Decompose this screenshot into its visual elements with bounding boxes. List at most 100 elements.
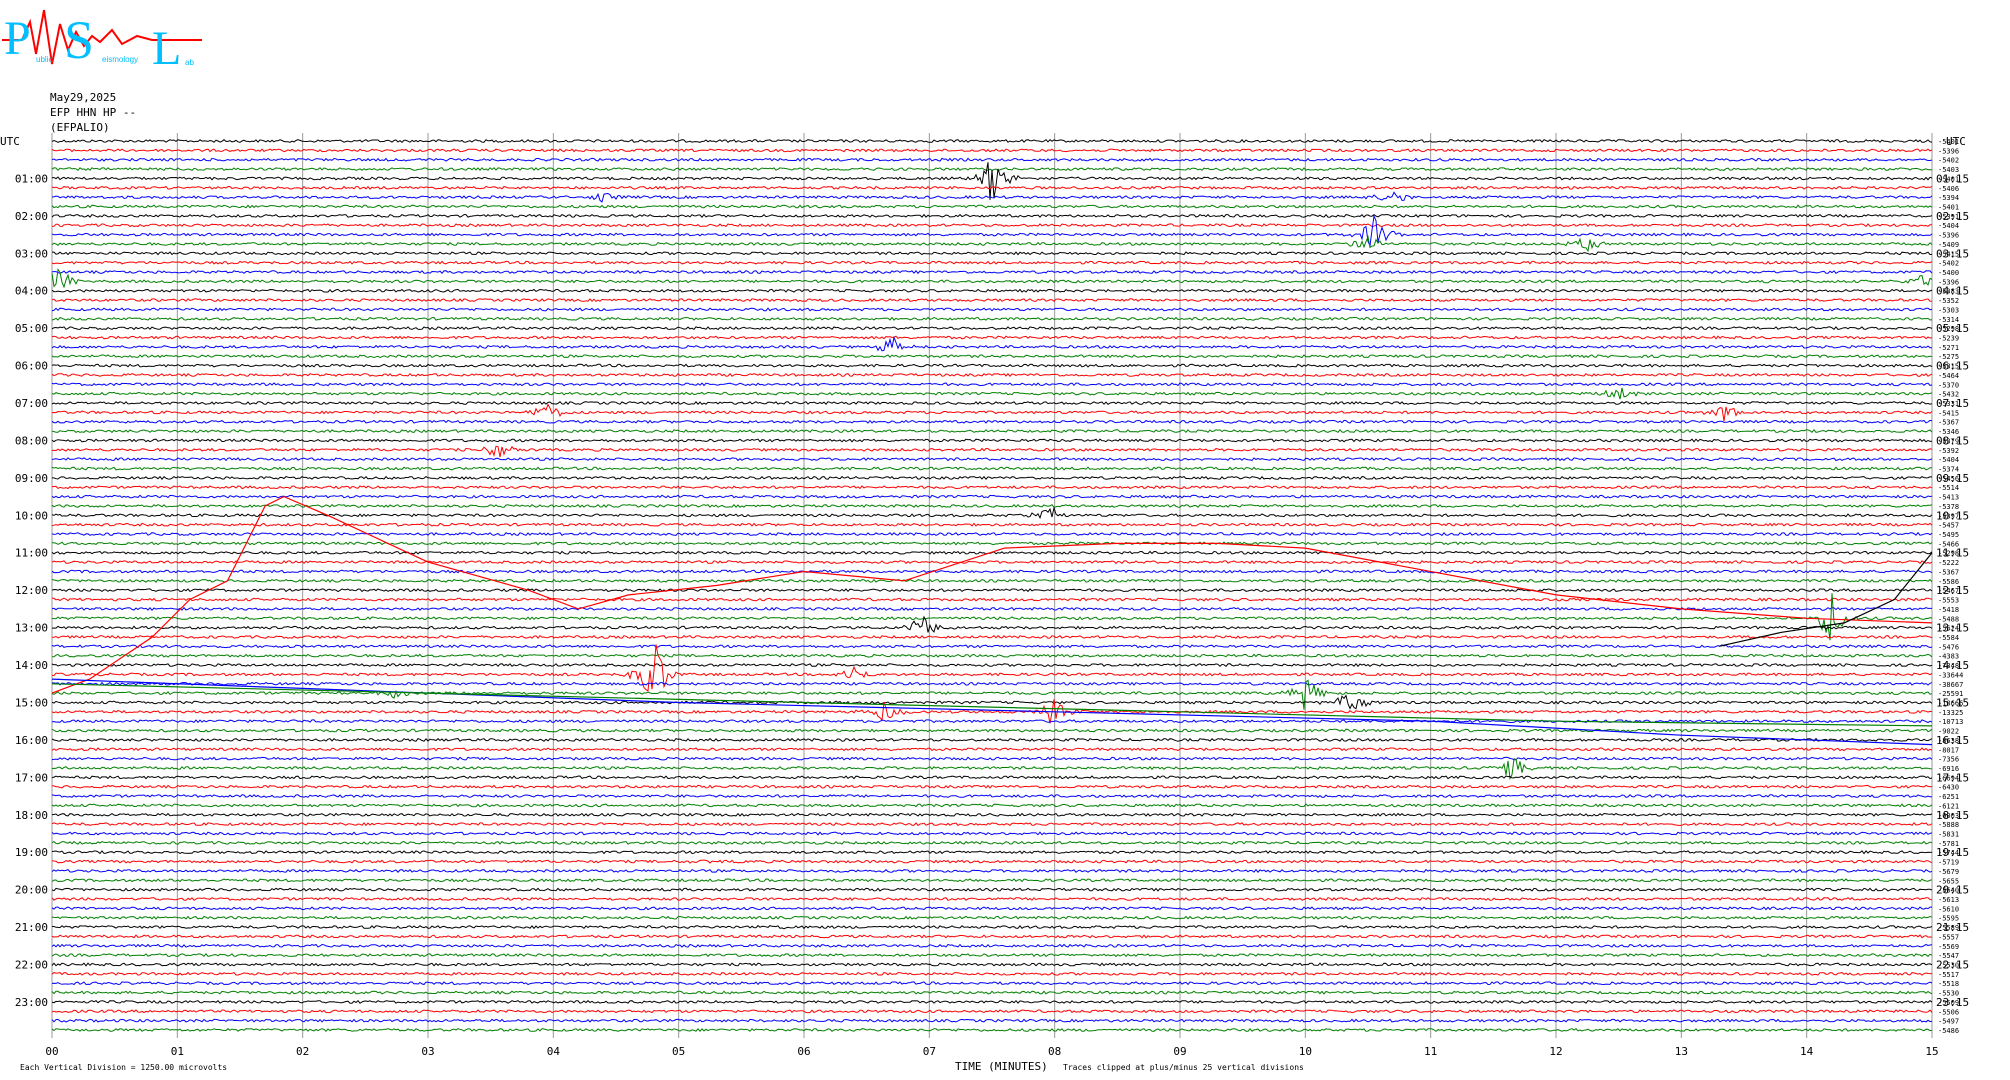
trace-row <box>51 831 1933 836</box>
trace-row <box>51 803 1933 808</box>
row-offset-label: -5400 <box>1938 269 1959 277</box>
trace-row <box>51 307 1933 312</box>
trace-row <box>51 943 1933 948</box>
left-hour-label: 07:00 <box>15 397 48 410</box>
row-offset-label: -5404 <box>1938 222 1959 230</box>
left-hour-label: 12:00 <box>15 584 48 597</box>
trace-row <box>51 372 1933 377</box>
right-hour-label: 05:15 <box>1936 322 1969 335</box>
right-hour-label: 12:15 <box>1936 584 1969 597</box>
trace-row <box>51 971 1933 976</box>
trace-row <box>51 503 1933 508</box>
trace-row <box>51 531 1933 536</box>
trace-row <box>51 681 1933 686</box>
row-offset-label: -5557 <box>1938 933 1959 941</box>
x-tick-label: 12 <box>1549 1045 1562 1058</box>
left-hour-label: 05:00 <box>15 322 48 335</box>
trace-row <box>52 924 1933 930</box>
row-offset-label: -5402 <box>1938 260 1959 268</box>
left-hour-label: 11:00 <box>15 547 48 560</box>
right-hour-label: 13:15 <box>1936 622 1969 635</box>
axis-labels: UTC UTC Each Vertical Division = 1250.00… <box>0 135 1969 1073</box>
trace-row <box>51 840 1933 845</box>
trace-row <box>51 699 1933 724</box>
trace-row <box>51 326 1933 331</box>
row-offset-label: -5402 <box>1938 157 1959 165</box>
row-offset-label: -5497 <box>1938 1018 1959 1026</box>
row-offset-label: -6430 <box>1938 784 1959 792</box>
right-hour-label: 01:15 <box>1936 172 1969 185</box>
x-tick-label: 01 <box>171 1045 184 1058</box>
trace-row <box>51 298 1933 303</box>
x-tick-label: 14 <box>1800 1045 1814 1058</box>
x-tick-label: 06 <box>797 1045 810 1058</box>
trace-row <box>51 260 1933 265</box>
left-hour-label: 18:00 <box>15 809 48 822</box>
row-offset-label: -5514 <box>1938 484 1959 492</box>
trace-row <box>51 775 1933 780</box>
trace-row <box>51 214 1933 248</box>
trace-row <box>51 758 1933 781</box>
seismic-traces <box>51 138 1933 1033</box>
row-offset-label: -5396 <box>1938 232 1959 240</box>
footer-left-note: Each Vertical Division = 1250.00 microvo… <box>20 1063 227 1072</box>
left-hour-label: 09:00 <box>15 472 48 485</box>
row-offset-label: -5495 <box>1938 531 1959 539</box>
right-hour-label: 18:15 <box>1936 809 1969 822</box>
trace-row <box>51 162 1933 200</box>
right-hour-label: 17:15 <box>1936 771 1969 784</box>
trace-row <box>51 663 1933 668</box>
left-hour-label: 04:00 <box>15 285 48 298</box>
x-tick-label: 02 <box>296 1045 309 1058</box>
x-tick-label: 11 <box>1424 1045 1437 1058</box>
trace-row <box>51 794 1933 799</box>
row-offset-label: -13325 <box>1938 709 1963 717</box>
left-hour-label: 10:00 <box>15 509 48 522</box>
trace-row <box>51 756 1933 761</box>
trace-row <box>51 522 1933 527</box>
row-offset-label: -5476 <box>1938 643 1959 651</box>
trace-row <box>51 812 1933 817</box>
right-hour-label: 11:15 <box>1936 547 1969 560</box>
row-offset-label: -5222 <box>1938 559 1959 567</box>
trace-row <box>52 653 1933 658</box>
row-offset-label: -5367 <box>1938 568 1959 576</box>
x-tick-label: 13 <box>1675 1045 1688 1058</box>
trace-row <box>51 148 1933 153</box>
trace-row <box>51 387 1933 400</box>
trace-row <box>52 597 1933 602</box>
left-hour-label: 22:00 <box>15 958 48 971</box>
row-offset-label: -5610 <box>1938 905 1959 913</box>
x-tick-label: 07 <box>923 1045 936 1058</box>
row-offset-label: -5418 <box>1938 606 1959 614</box>
row-offset-label: -5831 <box>1938 830 1959 838</box>
right-hour-label: 23:15 <box>1936 996 1969 1009</box>
right-hour-label: 10:15 <box>1936 509 1969 522</box>
left-hour-label: 16:00 <box>15 734 48 747</box>
row-offset-label: -33644 <box>1938 671 1963 679</box>
trace-row <box>51 1009 1933 1014</box>
row-offset-label: -5392 <box>1938 447 1959 455</box>
trace-row <box>51 354 1933 359</box>
left-hour-label: 15:00 <box>15 696 48 709</box>
row-offset-label: -7356 <box>1938 756 1959 764</box>
trace-row <box>51 1028 1933 1033</box>
row-offset-label: -10713 <box>1938 718 1963 726</box>
right-hour-label: 15:15 <box>1936 696 1969 709</box>
left-hour-label: 23:00 <box>15 996 48 1009</box>
trace-row <box>51 157 1933 162</box>
trace-row <box>51 1018 1933 1023</box>
x-tick-label: 08 <box>1048 1045 1061 1058</box>
row-offset-label: -5719 <box>1938 859 1959 867</box>
trace-row <box>51 494 1933 499</box>
row-offset-label: -5584 <box>1938 634 1959 642</box>
trace-row <box>51 644 1933 649</box>
row-offset-label: -5553 <box>1938 597 1959 605</box>
trace-row <box>51 822 1933 827</box>
row-offset-label: -8017 <box>1938 746 1959 754</box>
trace-row <box>51 578 1933 583</box>
row-offset-label: -5396 <box>1938 147 1959 155</box>
left-hour-label: 06:00 <box>15 360 48 373</box>
right-hour-label: 07:15 <box>1936 397 1969 410</box>
clip-note: Traces clipped at plus/minus 25 vertical… <box>1063 1063 1304 1072</box>
